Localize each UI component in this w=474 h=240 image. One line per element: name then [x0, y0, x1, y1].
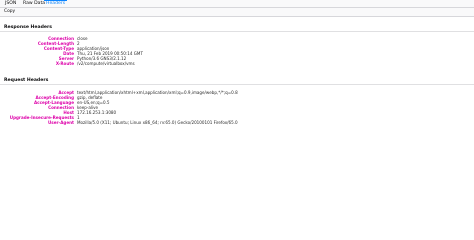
- request-headers-divider: [0, 84, 474, 85]
- tab-json[interactable]: JSON: [5, 0, 16, 8]
- tab-bar: JSON Raw Data Headers: [0, 0, 474, 8]
- toolbar: Copy: [0, 8, 474, 17]
- tab-raw-data[interactable]: Raw Data: [23, 0, 45, 8]
- header-value: Mozilla/5.0 (X11; Ubuntu; Linux x86_64; …: [77, 119, 238, 125]
- copy-button[interactable]: Copy: [3, 9, 16, 15]
- header-row: User-Agent Mozilla/5.0 (X11; Ubuntu; Lin…: [0, 120, 474, 125]
- header-name: X-Route: [55, 60, 74, 66]
- tab-headers[interactable]: Headers: [43, 0, 68, 8]
- header-value: /v2/compute/virtualbox/vms: [77, 60, 135, 66]
- request-headers-title[interactable]: Request Headers: [4, 78, 48, 83]
- header-name: User-Agent: [47, 119, 74, 125]
- response-headers-title[interactable]: Response Headers: [4, 25, 52, 30]
- header-row: X-Route /v2/compute/virtualbox/vms: [0, 61, 474, 66]
- response-headers-divider: [0, 31, 474, 32]
